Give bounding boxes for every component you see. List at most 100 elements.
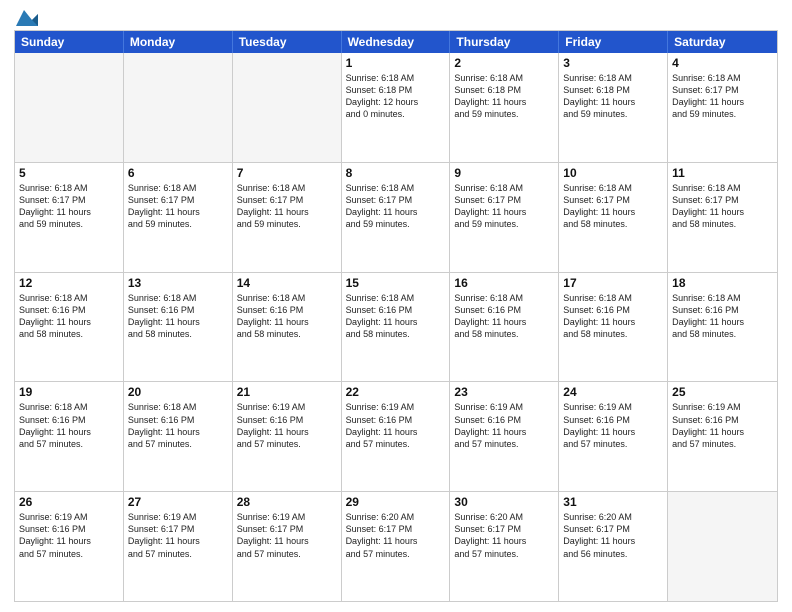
day-number: 9	[454, 166, 554, 180]
day-cell-12: 12 Sunrise: 6:18 AM Sunset: 6:16 PM Dayli…	[15, 273, 124, 382]
day-number: 25	[672, 385, 773, 399]
day-cell-31: 31 Sunrise: 6:20 AM Sunset: 6:17 PM Dayli…	[559, 492, 668, 601]
day-cell-29: 29 Sunrise: 6:20 AM Sunset: 6:17 PM Dayli…	[342, 492, 451, 601]
day-info: Sunrise: 6:20 AM Sunset: 6:17 PM Dayligh…	[346, 511, 446, 560]
logo-icon	[16, 10, 38, 26]
day-cell-7: 7 Sunrise: 6:18 AM Sunset: 6:17 PM Daylig…	[233, 163, 342, 272]
day-info: Sunrise: 6:19 AM Sunset: 6:17 PM Dayligh…	[128, 511, 228, 560]
day-number: 16	[454, 276, 554, 290]
logo-text	[14, 10, 38, 26]
day-number: 12	[19, 276, 119, 290]
day-cell-27: 27 Sunrise: 6:19 AM Sunset: 6:17 PM Dayli…	[124, 492, 233, 601]
day-number: 29	[346, 495, 446, 509]
day-number: 5	[19, 166, 119, 180]
day-header-thursday: Thursday	[450, 31, 559, 53]
day-info: Sunrise: 6:18 AM Sunset: 6:16 PM Dayligh…	[672, 292, 773, 341]
day-cell-2: 2 Sunrise: 6:18 AM Sunset: 6:18 PM Daylig…	[450, 53, 559, 162]
day-cell-8: 8Sunrise: 6:18 AM Sunset: 6:17 PM Daylig…	[342, 163, 451, 272]
day-info: Sunrise: 6:20 AM Sunset: 6:17 PM Dayligh…	[454, 511, 554, 560]
day-cell-26: 26 Sunrise: 6:19 AM Sunset: 6:16 PM Dayli…	[15, 492, 124, 601]
day-number: 1	[346, 56, 446, 70]
day-number: 10	[563, 166, 663, 180]
day-cell-19: 19Sunrise: 6:18 AM Sunset: 6:16 PM Dayli…	[15, 382, 124, 491]
day-header-tuesday: Tuesday	[233, 31, 342, 53]
day-header-friday: Friday	[559, 31, 668, 53]
day-number: 21	[237, 385, 337, 399]
day-cell-empty	[668, 492, 777, 601]
day-number: 14	[237, 276, 337, 290]
day-number: 26	[19, 495, 119, 509]
day-number: 23	[454, 385, 554, 399]
day-number: 2	[454, 56, 554, 70]
day-info: Sunrise: 6:18 AM Sunset: 6:16 PM Dayligh…	[128, 292, 228, 341]
day-number: 28	[237, 495, 337, 509]
day-number: 20	[128, 385, 228, 399]
calendar: SundayMondayTuesdayWednesdayThursdayFrid…	[14, 30, 778, 602]
weeks: 1 Sunrise: 6:18 AM Sunset: 6:18 PM Daylig…	[15, 53, 777, 601]
day-info: Sunrise: 6:18 AM Sunset: 6:18 PM Dayligh…	[346, 72, 446, 121]
day-info: Sunrise: 6:18 AM Sunset: 6:17 PM Dayligh…	[563, 182, 663, 231]
day-info: Sunrise: 6:18 AM Sunset: 6:17 PM Dayligh…	[19, 182, 119, 231]
day-header-saturday: Saturday	[668, 31, 777, 53]
day-info: Sunrise: 6:20 AM Sunset: 6:17 PM Dayligh…	[563, 511, 663, 560]
day-info: Sunrise: 6:19 AM Sunset: 6:16 PM Dayligh…	[672, 401, 773, 450]
day-number: 11	[672, 166, 773, 180]
day-cell-10: 10 Sunrise: 6:18 AM Sunset: 6:17 PM Dayli…	[559, 163, 668, 272]
day-header-sunday: Sunday	[15, 31, 124, 53]
day-info: Sunrise: 6:18 AM Sunset: 6:17 PM Dayligh…	[672, 72, 773, 121]
day-number: 31	[563, 495, 663, 509]
day-info: Sunrise: 6:18 AM Sunset: 6:18 PM Dayligh…	[454, 72, 554, 121]
day-info: Sunrise: 6:18 AM Sunset: 6:17 PM Dayligh…	[128, 182, 228, 231]
day-cell-20: 20 Sunrise: 6:18 AM Sunset: 6:16 PM Dayli…	[124, 382, 233, 491]
day-info: Sunrise: 6:18 AM Sunset: 6:16 PM Dayligh…	[128, 401, 228, 450]
logo	[14, 10, 38, 24]
day-cell-17: 17Sunrise: 6:18 AM Sunset: 6:16 PM Dayli…	[559, 273, 668, 382]
week-row-1: 1 Sunrise: 6:18 AM Sunset: 6:18 PM Daylig…	[15, 53, 777, 162]
day-cell-30: 30 Sunrise: 6:20 AM Sunset: 6:17 PM Dayli…	[450, 492, 559, 601]
day-number: 15	[346, 276, 446, 290]
day-info: Sunrise: 6:18 AM Sunset: 6:16 PM Dayligh…	[19, 292, 119, 341]
day-info: Sunrise: 6:18 AM Sunset: 6:16 PM Dayligh…	[454, 292, 554, 341]
day-cell-1: 1 Sunrise: 6:18 AM Sunset: 6:18 PM Daylig…	[342, 53, 451, 162]
day-info: Sunrise: 6:19 AM Sunset: 6:17 PM Dayligh…	[237, 511, 337, 560]
day-cell-18: 18Sunrise: 6:18 AM Sunset: 6:16 PM Dayli…	[668, 273, 777, 382]
day-info: Sunrise: 6:18 AM Sunset: 6:16 PM Dayligh…	[563, 292, 663, 341]
day-number: 24	[563, 385, 663, 399]
day-number: 27	[128, 495, 228, 509]
day-cell-empty	[233, 53, 342, 162]
day-cell-23: 23 Sunrise: 6:19 AM Sunset: 6:16 PM Dayli…	[450, 382, 559, 491]
day-info: Sunrise: 6:19 AM Sunset: 6:16 PM Dayligh…	[563, 401, 663, 450]
day-cell-15: 15 Sunrise: 6:18 AM Sunset: 6:16 PM Dayli…	[342, 273, 451, 382]
day-cell-4: 4Sunrise: 6:18 AM Sunset: 6:17 PM Daylig…	[668, 53, 777, 162]
day-cell-16: 16 Sunrise: 6:18 AM Sunset: 6:16 PM Dayli…	[450, 273, 559, 382]
day-cell-14: 14 Sunrise: 6:18 AM Sunset: 6:16 PM Dayli…	[233, 273, 342, 382]
week-row-4: 19 Sunrise: 6:18 AM Sunset: 6:16 PM Dayli…	[15, 381, 777, 491]
day-number: 19	[19, 385, 119, 399]
header	[14, 10, 778, 24]
page-container: SundayMondayTuesdayWednesdayThursdayFrid…	[0, 0, 792, 612]
day-cell-11: 11 Sunrise: 6:18 AM Sunset: 6:17 PM Dayli…	[668, 163, 777, 272]
day-cell-28: 28 Sunrise: 6:19 AM Sunset: 6:17 PM Dayli…	[233, 492, 342, 601]
day-number: 22	[346, 385, 446, 399]
day-number: 3	[563, 56, 663, 70]
day-info: Sunrise: 6:18 AM Sunset: 6:17 PM Dayligh…	[237, 182, 337, 231]
week-row-2: 5 Sunrise: 6:18 AM Sunset: 6:17 PM Daylig…	[15, 162, 777, 272]
day-info: Sunrise: 6:19 AM Sunset: 6:16 PM Dayligh…	[19, 511, 119, 560]
day-info: Sunrise: 6:19 AM Sunset: 6:16 PM Dayligh…	[454, 401, 554, 450]
day-info: Sunrise: 6:18 AM Sunset: 6:17 PM Dayligh…	[454, 182, 554, 231]
day-cell-21: 21Sunrise: 6:19 AM Sunset: 6:16 PM Dayli…	[233, 382, 342, 491]
day-info: Sunrise: 6:18 AM Sunset: 6:17 PM Dayligh…	[672, 182, 773, 231]
day-info: Sunrise: 6:18 AM Sunset: 6:18 PM Dayligh…	[563, 72, 663, 121]
day-number: 6	[128, 166, 228, 180]
day-cell-13: 13Sunrise: 6:18 AM Sunset: 6:16 PM Dayli…	[124, 273, 233, 382]
day-number: 8	[346, 166, 446, 180]
week-row-5: 26 Sunrise: 6:19 AM Sunset: 6:16 PM Dayli…	[15, 491, 777, 601]
day-cell-3: 3 Sunrise: 6:18 AM Sunset: 6:18 PM Daylig…	[559, 53, 668, 162]
day-info: Sunrise: 6:18 AM Sunset: 6:16 PM Dayligh…	[237, 292, 337, 341]
day-number: 30	[454, 495, 554, 509]
day-header-monday: Monday	[124, 31, 233, 53]
day-info: Sunrise: 6:18 AM Sunset: 6:16 PM Dayligh…	[346, 292, 446, 341]
day-number: 7	[237, 166, 337, 180]
day-cell-25: 25 Sunrise: 6:19 AM Sunset: 6:16 PM Dayli…	[668, 382, 777, 491]
day-header-wednesday: Wednesday	[342, 31, 451, 53]
